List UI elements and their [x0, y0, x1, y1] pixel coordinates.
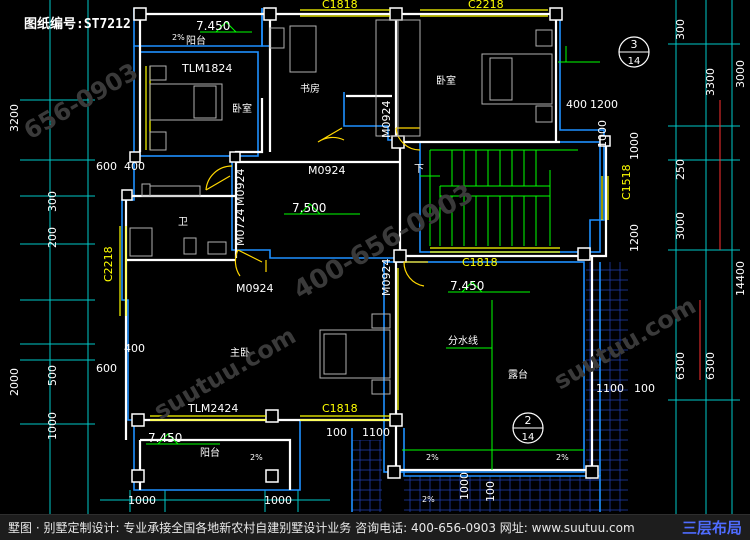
- layout-badge: 三层布局: [681, 519, 742, 537]
- drain-line-label: 分水线: [448, 334, 478, 347]
- dim-right-250: 250: [674, 159, 687, 180]
- dim-left-3200: 3200: [8, 104, 21, 132]
- label-c1818-top: C1818: [322, 0, 358, 11]
- footer-bar: 墅图 · 别墅定制设计: 专业承接全国各地新农村自建别墅设计业务 咨询电话: 4…: [0, 514, 750, 540]
- dim-right-3300: 3300: [704, 68, 717, 96]
- dim-left-2000: 2000: [8, 368, 21, 396]
- tile-area-bottom: [404, 476, 600, 512]
- dim-left-200: 200: [46, 227, 59, 248]
- dim-left-300: 300: [46, 191, 59, 212]
- dim-bottom-1000c: 1000: [458, 472, 471, 500]
- slope-1: 2%: [172, 33, 185, 42]
- slope-3: 2%: [426, 453, 439, 462]
- section-callout-2: 2 14: [512, 412, 544, 444]
- dim-terr-100: 100: [484, 481, 497, 502]
- label-m0724: M0724: [234, 209, 247, 247]
- label-m0924-b: M0924: [380, 101, 393, 139]
- label-m0924-c: M0924: [234, 169, 247, 207]
- room-bathroom: 卫: [178, 217, 188, 228]
- elevation-hall: 7.500: [292, 201, 326, 215]
- slope-5: 2%: [422, 495, 435, 504]
- callout-2-top: 2: [525, 414, 532, 427]
- room-balcony-bottom: 阳台: [200, 446, 220, 459]
- label-c1818-bottom: C1818: [322, 402, 358, 415]
- dim-left-600b: 600: [96, 362, 117, 375]
- dim-terr-1100: 1100: [596, 382, 624, 395]
- label-tlm2424: TLM2424: [187, 402, 238, 415]
- elevation-terrace: 7.450: [450, 279, 484, 293]
- label-m0924-e: M0924: [380, 259, 393, 297]
- dim-right-14400: 14400: [734, 261, 747, 296]
- elevation-top-balcony: 7.450: [196, 19, 230, 33]
- room-master-bedroom: 主卧: [230, 346, 250, 359]
- label-c2218-top: C2218: [468, 0, 504, 11]
- label-c2218-left: C2218: [102, 246, 115, 282]
- dim-bot-100: 100: [326, 426, 347, 439]
- callout-1-bottom: 14: [628, 56, 641, 67]
- section-callout-1: 3 14: [618, 36, 650, 68]
- dim-left-400a: 400: [124, 160, 145, 173]
- dim-right-1200: 1200: [628, 224, 641, 252]
- dim-left-600: 600: [96, 160, 117, 173]
- floor-plan-drawing: 3 14 2 14 656-0903 400-656-0903 suutuu.c…: [0, 0, 750, 514]
- dim-left-1000: 1000: [46, 412, 59, 440]
- dim-bottom-1000b: 1000: [264, 494, 292, 507]
- callout-2-bottom: 14: [522, 432, 535, 443]
- dim-mid-400: 400: [566, 98, 587, 111]
- dim-bottom-1000d: 1000: [596, 120, 609, 148]
- label-m0924-a: M0924: [308, 164, 346, 177]
- label-c1518: C1518: [620, 164, 633, 200]
- room-study: 书房: [300, 82, 320, 95]
- callout-1-top: 3: [631, 38, 638, 51]
- elevation-bottom-balcony: 7.450: [148, 431, 182, 445]
- dim-right-6300a: 6300: [674, 352, 687, 380]
- room-bedroom-right: 卧室: [436, 74, 456, 87]
- dim-right-1000: 1000: [628, 132, 641, 160]
- slope-4: 2%: [556, 453, 569, 462]
- dim-right-3000: 3000: [734, 60, 747, 88]
- stair-down-label: 下: [414, 164, 424, 175]
- room-balcony-top: 阳台: [186, 34, 206, 47]
- tile-area-left: [352, 440, 382, 512]
- drawing-number: 图纸编号:ST7212: [24, 17, 131, 32]
- footer-info: 墅图 · 别墅定制设计: 专业承接全国各地新农村自建别墅设计业务 咨询电话: 4…: [8, 521, 635, 535]
- room-terrace: 露台: [508, 368, 528, 381]
- label-tlm1824: TLM1824: [181, 62, 232, 75]
- dim-bot-1100: 1100: [362, 426, 390, 439]
- dim-left-500: 500: [46, 365, 59, 386]
- dim-left-400b: 400: [124, 342, 145, 355]
- dim-right-6300b: 6300: [704, 352, 717, 380]
- dim-mid-1200: 1200: [590, 98, 618, 111]
- dim-right-100: 100: [634, 382, 655, 395]
- label-m0924-d: M0924: [236, 282, 274, 295]
- dim-right-3000b: 3000: [674, 212, 687, 240]
- label-c1818-stair: C1818: [462, 256, 498, 269]
- dim-bottom-1000a: 1000: [128, 494, 156, 507]
- floor-plan-stage: 3 14 2 14 656-0903 400-656-0903 suutuu.c…: [0, 0, 750, 540]
- slope-2: 2%: [250, 453, 263, 462]
- room-bedroom-left: 卧室: [232, 102, 252, 115]
- dim-right-300a: 300: [674, 19, 687, 40]
